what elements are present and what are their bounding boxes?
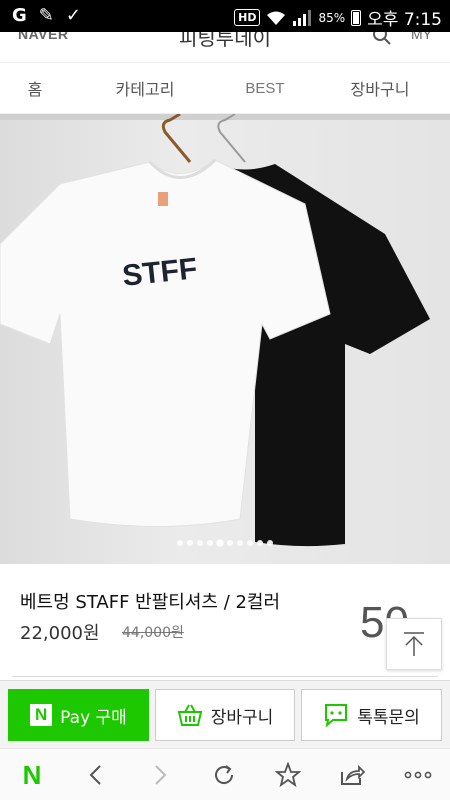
carousel-indicator[interactable] [0,539,450,547]
more-icon [404,771,432,779]
naver-n-logo: N [22,759,42,790]
carousel-dot[interactable] [216,539,224,547]
more-button[interactable] [386,749,450,800]
nav-best[interactable]: BEST [220,80,310,97]
battery-percent: 85% [318,10,346,25]
carousel-dot[interactable] [267,540,273,546]
hanger-metal [217,114,246,163]
original-price: 44,000원 [122,625,184,641]
carousel-dot[interactable] [227,540,233,546]
share-button[interactable] [320,749,384,800]
signal-icon [293,9,312,26]
notification-icons: G ✎ ✓ [12,5,81,27]
carousel-dot[interactable] [257,540,263,546]
carousel-dot[interactable] [177,540,183,546]
talk-inquiry-button[interactable]: 톡톡문의 [301,689,442,741]
product-info: 베트멍 STAFF 반팔티셔츠 / 2컬러 22,000원 44,000원 50 [0,564,450,684]
divider [12,676,438,677]
basket-icon [177,704,202,726]
store-header: NAVER 피팅투데이 MY [0,32,450,62]
notification-g-icon: G [12,5,27,26]
talk-label: 톡톡문의 [357,707,420,728]
carousel-dot[interactable] [247,540,253,546]
back-button[interactable] [64,749,128,800]
clock: 오후 7:15 [367,10,442,30]
battery-icon [351,9,362,26]
forward-icon [155,765,167,785]
nav-category[interactable]: 카테고리 [70,76,220,100]
nav-home[interactable]: 홈 [0,76,70,100]
product-name: 베트멍 STAFF 반팔티셔츠 / 2컬러 [20,592,281,613]
carousel-dot[interactable] [207,540,213,546]
carousel-dot[interactable] [237,540,243,546]
share-icon [341,764,365,785]
wifi-icon [267,11,286,25]
status-bar: G ✎ ✓ HD 85% 오후 7:15 [0,0,450,32]
category-nav: 홈 카테고리 BEST 장바구니 [0,62,450,114]
status-indicators: HD 85% 오후 7:15 [234,5,442,30]
my-page-link[interactable]: MY [411,32,432,42]
product-image-carousel[interactable]: STFF [0,114,450,564]
back-icon [89,765,101,785]
sale-price: 22,000원 [20,623,100,644]
naver-pay-n-icon: N [30,704,53,726]
refresh-button[interactable] [192,749,256,800]
browser-toolbar: N [0,748,450,800]
product-photo: STFF [0,114,450,547]
pay-label: Pay 구매 [60,707,127,728]
chat-icon [325,704,348,727]
bookmark-button[interactable] [256,749,320,800]
naver-pay-button[interactable]: N Pay 구매 [8,689,149,741]
hanger-wood [161,114,192,163]
hd-voice-icon: HD [234,9,261,26]
scroll-top-icon [404,632,424,656]
carousel-dot[interactable] [197,540,203,546]
search-icon[interactable] [372,32,392,46]
carousel-dot[interactable] [187,540,193,546]
nav-cart[interactable]: 장바구니 [310,76,450,100]
cart-label: 장바구니 [210,707,274,728]
notification-pen-icon: ✎ [38,5,54,26]
refresh-icon [215,765,234,784]
add-to-cart-button[interactable]: 장바구니 [155,689,295,741]
bookmark-icon [275,762,301,788]
naver-home-button[interactable]: N [0,749,64,800]
forward-button[interactable] [128,749,192,800]
purchase-action-bar: N Pay 구매 장바구니 톡톡문의 [0,680,450,748]
scroll-top-button[interactable] [386,618,442,670]
notification-check-icon: ✓ [65,5,81,26]
